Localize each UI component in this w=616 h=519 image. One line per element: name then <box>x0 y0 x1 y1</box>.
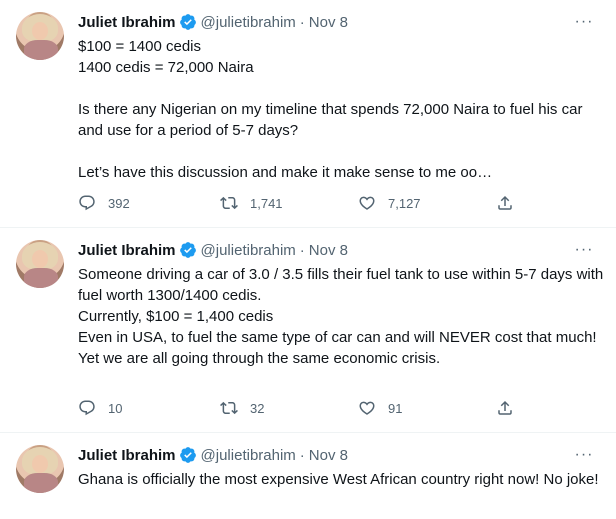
reply-button[interactable]: 10 <box>78 399 122 417</box>
heart-icon <box>359 401 375 415</box>
share-icon <box>498 195 512 210</box>
author-name[interactable]: Juliet Ibrahim <box>78 242 176 259</box>
share-button[interactable] <box>496 194 514 212</box>
author-handle[interactable]: @julietibrahim <box>201 14 296 31</box>
tweet-header: Juliet Ibrahim @julietibrahim · Nov 8 <box>78 240 348 260</box>
separator-dot: · <box>299 446 305 464</box>
tweet[interactable]: Juliet Ibrahim @julietibrahim · Nov 8 ··… <box>0 433 616 519</box>
tweet[interactable]: Juliet Ibrahim @julietibrahim · Nov 8 ··… <box>0 228 616 433</box>
author-name[interactable]: Juliet Ibrahim <box>78 447 176 464</box>
avatar[interactable] <box>16 240 64 288</box>
retweet-button[interactable]: 32 <box>220 399 264 417</box>
like-count: 91 <box>388 400 403 416</box>
tweet[interactable]: Juliet Ibrahim @julietibrahim · Nov 8 ··… <box>0 0 616 228</box>
reply-count: 10 <box>108 400 123 416</box>
like-button[interactable]: 7,127 <box>358 194 421 212</box>
retweet-icon <box>220 401 238 415</box>
verified-badge-icon <box>179 14 196 30</box>
more-icon[interactable]: ··· <box>574 240 594 260</box>
retweet-count: 32 <box>250 400 265 416</box>
share-button[interactable] <box>496 399 514 417</box>
tweet-text: $100 = 1400 cedis 1400 cedis = 72,000 Na… <box>78 38 583 181</box>
tweet-text: Someone driving a car of 3.0 / 3.5 fills… <box>78 266 604 367</box>
tweet-actions: 10 32 91 <box>78 398 518 418</box>
tweet-date[interactable]: Nov 8 <box>309 14 348 31</box>
tweet-actions: 392 1,741 7,127 <box>78 193 518 213</box>
reply-button[interactable]: 392 <box>78 194 130 212</box>
tweet-date[interactable]: Nov 8 <box>309 447 348 464</box>
tweet-header: Juliet Ibrahim @julietibrahim · Nov 8 <box>78 445 348 465</box>
reply-icon <box>79 400 95 416</box>
reply-icon <box>79 195 95 211</box>
heart-icon <box>359 196 375 210</box>
author-handle[interactable]: @julietibrahim <box>201 447 296 464</box>
avatar[interactable] <box>16 445 64 493</box>
retweet-button[interactable]: 1,741 <box>220 194 283 212</box>
retweet-count: 1,741 <box>250 195 283 211</box>
tweet-date[interactable]: Nov 8 <box>309 242 348 259</box>
verified-badge-icon <box>179 242 196 258</box>
tweet-header: Juliet Ibrahim @julietibrahim · Nov 8 <box>78 12 348 32</box>
author-name[interactable]: Juliet Ibrahim <box>78 14 176 31</box>
reply-count: 392 <box>108 195 130 211</box>
share-icon <box>498 400 512 415</box>
retweet-icon <box>220 196 238 210</box>
verified-badge-icon <box>179 447 196 463</box>
separator-dot: · <box>299 241 305 259</box>
more-icon[interactable]: ··· <box>574 445 594 465</box>
more-icon[interactable]: ··· <box>574 12 594 32</box>
separator-dot: · <box>299 13 305 31</box>
author-handle[interactable]: @julietibrahim <box>201 242 296 259</box>
avatar[interactable] <box>16 12 64 60</box>
like-button[interactable]: 91 <box>358 399 402 417</box>
tweet-text: Ghana is officially the most expensive W… <box>78 471 599 488</box>
like-count: 7,127 <box>388 195 421 211</box>
